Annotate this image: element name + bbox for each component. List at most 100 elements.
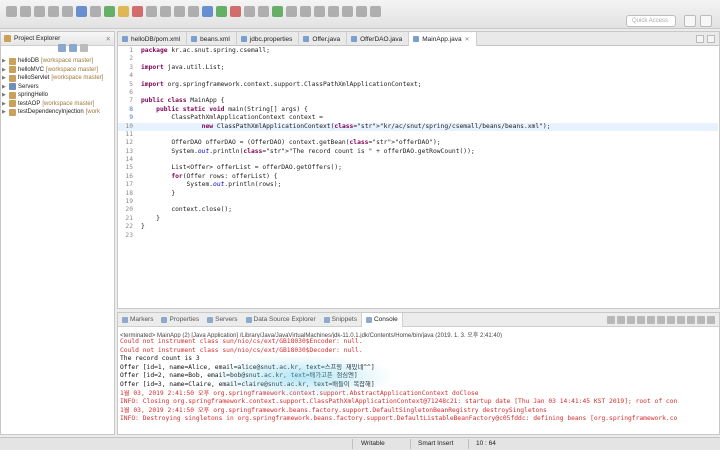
editor-tab-5[interactable]: MainApp.java ✕ bbox=[409, 32, 477, 46]
link-with-editor-icon[interactable] bbox=[69, 44, 77, 52]
expand-arrow-icon[interactable]: ▶ bbox=[2, 75, 7, 81]
code-line[interactable]: 16 for(Offer rows: offerList) { bbox=[118, 173, 718, 181]
console-output[interactable]: Could not instrument class sun/nio/cs/ex… bbox=[118, 338, 719, 424]
code-line[interactable]: 4 bbox=[118, 72, 718, 80]
debug-run-icon[interactable] bbox=[202, 6, 213, 17]
pin-console-icon[interactable] bbox=[667, 315, 675, 324]
editor-tab-0[interactable]: helloDB/pom.xml bbox=[118, 32, 188, 46]
step-over-icon[interactable] bbox=[174, 6, 185, 17]
new-package-icon[interactable] bbox=[258, 6, 269, 17]
disconnect-icon[interactable] bbox=[146, 6, 157, 17]
code-line[interactable]: 19 bbox=[118, 198, 718, 206]
skip-breakpoints-icon[interactable] bbox=[90, 6, 101, 17]
code-line[interactable]: 9 ClassPathXmlApplicationContext context… bbox=[118, 114, 718, 122]
expand-arrow-icon[interactable]: ▶ bbox=[2, 92, 7, 98]
new-class-icon[interactable] bbox=[272, 6, 283, 17]
forward-icon[interactable] bbox=[370, 6, 381, 17]
clear-console-icon[interactable] bbox=[637, 315, 645, 324]
tree-item-helloServlet[interactable]: ▶ helloServlet [workspace master] bbox=[2, 74, 103, 83]
tree-item-helloMVC[interactable]: ▶ helloMVC [workspace master] bbox=[2, 66, 103, 75]
build-icon[interactable] bbox=[62, 6, 73, 17]
expand-arrow-icon[interactable]: ▶ bbox=[2, 67, 7, 73]
resume-icon[interactable] bbox=[104, 6, 115, 17]
code-line[interactable]: 12 OfferDAO offerDAO = (OfferDAO) contex… bbox=[118, 139, 718, 147]
scroll-lock-icon[interactable] bbox=[647, 315, 655, 324]
step-return-icon[interactable] bbox=[188, 6, 199, 17]
back-icon[interactable] bbox=[356, 6, 367, 17]
new-java-project-icon[interactable] bbox=[244, 6, 255, 17]
maximize-icon[interactable] bbox=[707, 34, 715, 43]
java-ee-perspective-icon[interactable] bbox=[700, 15, 712, 27]
console-tab-snippets[interactable]: Snippets bbox=[320, 313, 361, 327]
toggle-mark-occurrences-icon[interactable] bbox=[314, 6, 325, 17]
close-icon[interactable]: ✕ bbox=[106, 35, 114, 43]
code-line[interactable]: 7 public class MainApp { bbox=[118, 97, 718, 105]
code-line[interactable]: 17 System.out.println(rows); bbox=[118, 181, 718, 189]
search-icon[interactable] bbox=[300, 6, 311, 17]
code-line[interactable]: 14 bbox=[118, 156, 718, 164]
expand-arrow-icon[interactable]: ▶ bbox=[2, 109, 7, 115]
terminate-icon[interactable] bbox=[132, 6, 143, 17]
code-line[interactable]: 13 System.out.println(class="str">"The r… bbox=[118, 148, 718, 156]
print-icon[interactable] bbox=[48, 6, 59, 17]
tree-item-helloDB[interactable]: ▶ helloDB [workspace master] bbox=[2, 57, 103, 66]
minimize-icon[interactable] bbox=[697, 315, 705, 324]
code-line[interactable]: 1 package kr.ac.snut.spring.csemall; bbox=[118, 47, 718, 55]
remove-all-icon[interactable] bbox=[627, 315, 635, 324]
collapse-all-icon[interactable] bbox=[58, 44, 66, 52]
console-tab-servers[interactable]: Servers bbox=[203, 313, 241, 327]
tree-item-testAOP[interactable]: ▶ testAOP [workspace master] bbox=[2, 100, 103, 109]
view-menu-icon[interactable] bbox=[80, 44, 88, 52]
code-line[interactable]: 5 import org.springframework.context.supp… bbox=[118, 81, 718, 89]
code-line[interactable]: 10 new ClassPathXmlApplicationContext(cl… bbox=[118, 122, 718, 131]
word-wrap-icon[interactable] bbox=[657, 315, 665, 324]
perspective-icon[interactable] bbox=[684, 15, 696, 27]
console-tab-console[interactable]: Console bbox=[360, 312, 403, 327]
editor-tab-1[interactable]: beans.xml bbox=[187, 32, 237, 46]
display-console-icon[interactable] bbox=[677, 315, 685, 324]
expand-arrow-icon[interactable]: ▶ bbox=[2, 101, 7, 107]
code-line[interactable]: 3 import java.util.List; bbox=[118, 64, 718, 72]
code-line[interactable]: 11 bbox=[118, 131, 718, 139]
console-tab-data-source-explorer[interactable]: Data Source Explorer bbox=[242, 313, 320, 327]
quick-access-input[interactable]: Quick Access bbox=[626, 15, 676, 27]
minimize-icon[interactable] bbox=[696, 34, 704, 43]
previous-annotation-icon[interactable] bbox=[342, 6, 353, 17]
code-line[interactable]: 2 bbox=[118, 55, 718, 63]
run-icon[interactable] bbox=[216, 6, 227, 17]
code-text: for(Offer rows: offerList) { bbox=[171, 172, 278, 180]
tree-item-Servers[interactable]: ▶ Servers bbox=[2, 83, 103, 92]
code-line[interactable]: 23 bbox=[118, 232, 718, 240]
maximize-icon[interactable] bbox=[707, 315, 715, 324]
project-explorer-title[interactable]: Project Explorer bbox=[14, 35, 60, 42]
tree-item-springHello[interactable]: ▶ springHello bbox=[2, 91, 103, 100]
open-type-icon[interactable] bbox=[286, 6, 297, 17]
tree-item-testDependencyInjection[interactable]: ▶ testDependencyInjection [work bbox=[2, 108, 103, 117]
code-line[interactable]: 22} bbox=[118, 223, 718, 231]
code-area[interactable]: 1 package kr.ac.snut.spring.csemall; 2 3 imp… bbox=[118, 47, 718, 240]
code-line[interactable]: 21 } bbox=[118, 215, 718, 223]
expand-arrow-icon[interactable]: ▶ bbox=[2, 84, 7, 90]
next-annotation-icon[interactable] bbox=[328, 6, 339, 17]
save-all-icon[interactable] bbox=[34, 6, 45, 17]
code-line[interactable]: 18 } bbox=[118, 190, 718, 198]
debug-icon[interactable] bbox=[76, 6, 87, 17]
console-tab-properties[interactable]: Properties bbox=[157, 313, 203, 327]
code-line[interactable]: 20 context.close(); bbox=[118, 206, 718, 214]
close-tab-icon[interactable]: ✕ bbox=[465, 36, 470, 43]
terminate-icon[interactable] bbox=[607, 315, 615, 324]
external-tools-icon[interactable] bbox=[230, 6, 241, 17]
suspend-icon[interactable] bbox=[118, 6, 129, 17]
new-icon[interactable] bbox=[6, 6, 17, 17]
remove-launch-icon[interactable] bbox=[617, 315, 625, 324]
editor-tab-2[interactable]: jdbc.properties bbox=[237, 32, 300, 46]
console-tab-markers[interactable]: Markers bbox=[118, 313, 157, 327]
save-icon[interactable] bbox=[20, 6, 31, 17]
expand-arrow-icon[interactable]: ▶ bbox=[2, 58, 7, 64]
open-console-icon[interactable] bbox=[687, 315, 695, 324]
editor-tab-3[interactable]: Offer.java bbox=[299, 32, 348, 46]
code-line[interactable]: 15 List<Offer> offerList = offerDAO.getO… bbox=[118, 164, 718, 172]
step-into-icon[interactable] bbox=[160, 6, 171, 17]
code-line[interactable]: 8 public static void main(String[] args)… bbox=[118, 106, 718, 114]
editor-tab-4[interactable]: OfferDAO.java bbox=[347, 32, 410, 46]
